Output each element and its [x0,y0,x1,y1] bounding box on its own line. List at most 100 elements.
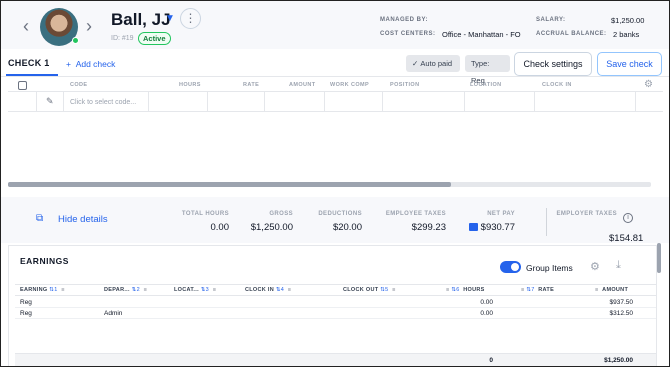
table-row[interactable] [15,297,656,308]
tab-check-1[interactable]: CHECK 1 [8,58,50,68]
col-department-label: DEPAR... [104,287,130,293]
hours-cell: 0.00 [480,310,493,317]
earnings-title: EARNINGS [20,256,69,266]
col-clock-in-label: CLOCK IN [245,287,274,293]
download-icon[interactable]: ⤓ [616,259,621,272]
accrual-balance-value[interactable]: 2 banks [613,30,639,39]
col-hours[interactable]: HOURS [179,82,201,88]
col-rate[interactable]: ≡ ⇅7 RATE [521,287,554,293]
col-clock-in[interactable]: CLOCK IN ⇅4 ≡ [245,287,291,293]
cell-divider [635,92,636,112]
salary-value: $1,250.00 [611,16,645,25]
edit-pencil-icon[interactable]: ✎ [46,96,54,107]
cell-divider [464,92,465,112]
cell-divider [382,92,383,112]
toggle-knob [511,263,519,271]
collapse-external-icon[interactable]: ⧉ [36,213,43,224]
more-options-kebab-icon[interactable]: ⋮ [180,8,201,29]
save-check-button[interactable]: Save check [597,52,662,76]
cost-centers-value: Office - Manhattan - FO [442,30,521,39]
employee-name[interactable]: Ball, JJ [111,10,171,30]
managed-by-label: MANAGED BY: [380,17,429,23]
online-status-dot [72,37,79,44]
amount-cell: $937.50 [609,299,634,306]
hours-cell: 0.00 [480,299,493,306]
next-employee-chevron-right-icon[interactable]: › [86,17,92,35]
col-amount-label: AMOUNT [602,287,629,293]
col-position[interactable]: POSITION [390,82,419,88]
col-hours[interactable]: ≡ ⇅6 HOURS [446,287,485,293]
employer-taxes-label: EMPLOYER TAXES [556,211,617,217]
sort-order: 7 [531,287,535,293]
employee-dropdown-caret-icon[interactable]: ▼ [165,13,175,24]
horizontal-scrollbar-thumb[interactable] [8,182,451,187]
check-type-pill[interactable]: Type: Reg [465,55,510,85]
col-amount[interactable]: AMOUNT [289,82,316,88]
filter-icon[interactable]: ≡ [61,287,65,293]
col-work-comp[interactable]: WORK COMP [330,82,369,88]
col-clock-in[interactable]: CLOCK IN [542,82,572,88]
grid-settings-gear-icon[interactable]: ⚙ [644,79,653,90]
cell-divider [207,92,208,112]
cost-centers-label: COST CENTERS: [380,31,436,37]
employee-header [1,1,669,49]
code-select-input[interactable]: Click to select code... [70,99,136,106]
col-department[interactable]: DEPAR... ⇅2 ≡ [104,287,147,293]
accrual-balance-label: ACCRUAL BALANCE: [536,31,607,37]
sort-order: 3 [205,287,210,293]
col-rate-label: RATE [538,287,555,293]
app-window: ‹ › Ball, JJ ▼ ⋮ ID: #19 Active MANAGED … [0,0,670,367]
filter-icon[interactable]: ≡ [144,287,148,293]
earnings-settings-gear-icon[interactable]: ⚙ [590,260,600,273]
col-location[interactable]: LOCAT... ⇅3 ≡ [174,287,216,293]
total-hours-value: 0.00 [210,222,230,233]
col-hours-label: HOURS [463,287,485,293]
totals-row [15,353,656,366]
employee-taxes-value: $299.23 [411,222,446,233]
gross-label: GROSS [269,211,293,217]
col-code[interactable]: CODE [70,82,88,88]
filter-icon[interactable]: ≡ [392,287,396,293]
summary-divider [546,208,547,236]
sort-order: 5 [385,287,389,293]
cell-divider [36,92,37,112]
check-settings-button[interactable]: Check settings [514,52,592,76]
cell-divider [324,92,325,112]
filter-icon[interactable]: ≡ [288,287,292,293]
sort-order: 1 [54,287,58,293]
filter-icon[interactable]: ≡ [446,287,450,293]
col-location-label: LOCAT... [174,287,199,293]
cell-divider [264,92,265,112]
deductions-value: $20.00 [332,222,362,233]
net-pay-value: $930.77 [480,222,515,233]
filter-icon[interactable]: ≡ [595,287,599,293]
employee-id: ID: #19 [111,35,134,42]
auto-paid-pill[interactable]: ✓ Auto paid [406,55,460,72]
col-rate[interactable]: RATE [243,82,259,88]
amount-cell: $312.50 [609,310,634,317]
cell-divider [534,92,535,112]
group-items-label: Group Items [526,263,573,273]
col-clock-out[interactable]: CLOCK OUT ⇅5 ≡ [343,287,396,293]
salary-label: SALARY: [536,17,566,23]
earning-cell: Reg [20,310,32,317]
sort-order: 2 [136,287,140,293]
select-all-checkbox[interactable] [18,81,27,90]
filter-icon[interactable]: ≡ [521,287,525,293]
auto-paid-label: Auto paid [420,59,453,68]
cell-divider [148,92,149,112]
total-hours-label: TOTAL HOURS [181,211,229,217]
col-amount[interactable]: ≡ AMOUNT [595,287,628,293]
department-cell: Admin [104,310,123,317]
filter-icon[interactable]: ≡ [213,287,217,293]
col-location[interactable]: LOCATION [470,82,502,88]
info-icon[interactable]: i [623,213,633,223]
cell-divider [63,92,64,112]
prev-employee-chevron-left-icon[interactable]: ‹ [23,17,29,35]
hide-details-link[interactable]: Hide details [58,214,108,225]
vertical-scrollbar-thumb[interactable] [657,243,661,273]
tab-divider [1,76,669,77]
add-check-button[interactable]: + Add check [66,59,115,69]
col-earning[interactable]: EARNING ⇅1 ≡ [20,287,65,293]
sort-order: 6 [456,287,460,293]
